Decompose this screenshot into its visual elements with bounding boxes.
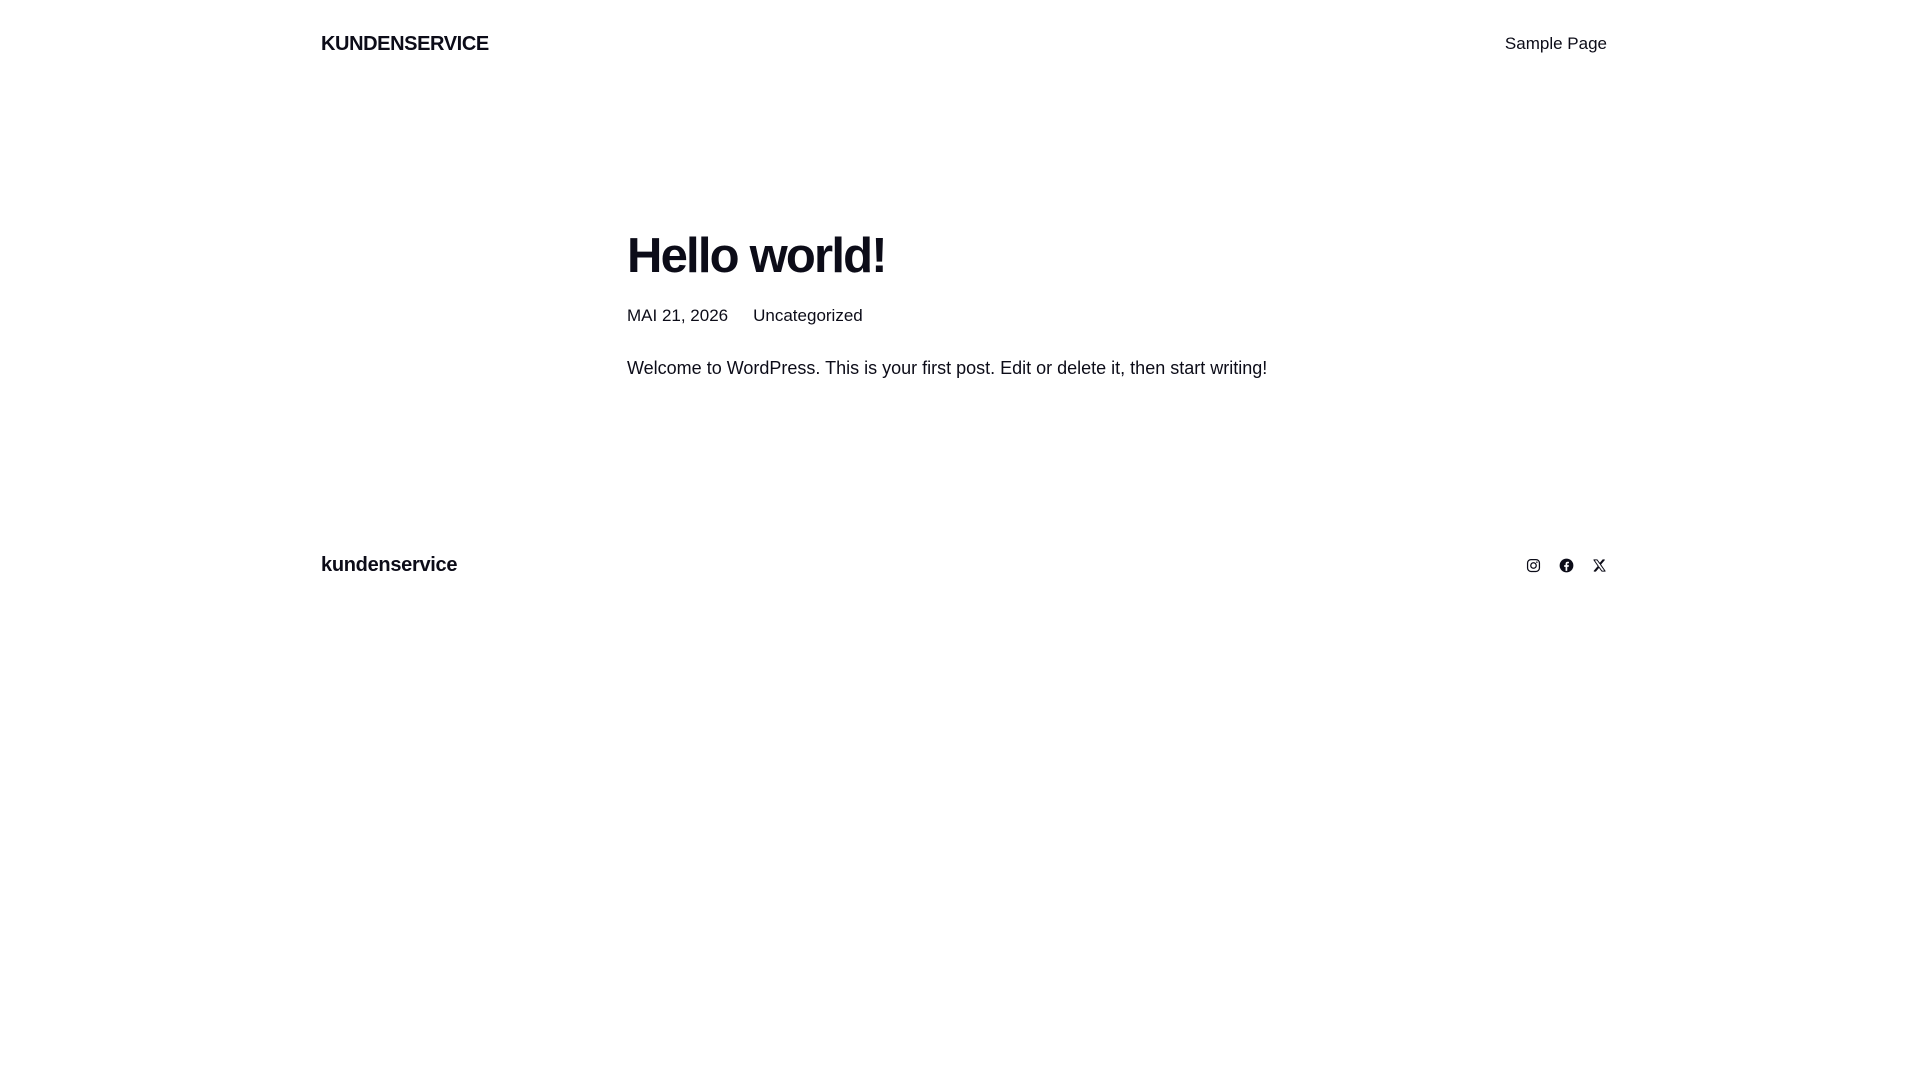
post-excerpt: Welcome to WordPress. This is your first… xyxy=(627,358,1268,378)
primary-navigation: Sample Page xyxy=(1505,34,1607,54)
facebook-link[interactable] xyxy=(1559,558,1574,573)
site-title-link[interactable]: KUNDENSERVICE xyxy=(321,33,489,56)
post-meta: MAI 21, 2026 Uncategorized xyxy=(627,306,1327,326)
site-footer: kundenservice xyxy=(321,545,1607,585)
post-category-link[interactable]: Uncategorized xyxy=(753,306,863,326)
site-header: KUNDENSERVICE Sample Page xyxy=(321,0,1607,88)
instagram-link[interactable] xyxy=(1526,558,1541,573)
instagram-icon xyxy=(1526,558,1541,572)
social-links xyxy=(1526,558,1607,573)
facebook-icon xyxy=(1559,558,1574,572)
x-link[interactable] xyxy=(1592,558,1607,573)
footer-site-title-link[interactable]: kundenservice xyxy=(321,554,457,577)
post-title: Hello world! xyxy=(627,229,888,283)
post-date: MAI 21, 2026 xyxy=(627,306,729,325)
post-content: Hello world! MAI 21, 2026 Uncategorized … xyxy=(627,222,1327,400)
x-icon xyxy=(1593,558,1606,572)
nav-link-sample-page[interactable]: Sample Page xyxy=(1505,34,1607,53)
